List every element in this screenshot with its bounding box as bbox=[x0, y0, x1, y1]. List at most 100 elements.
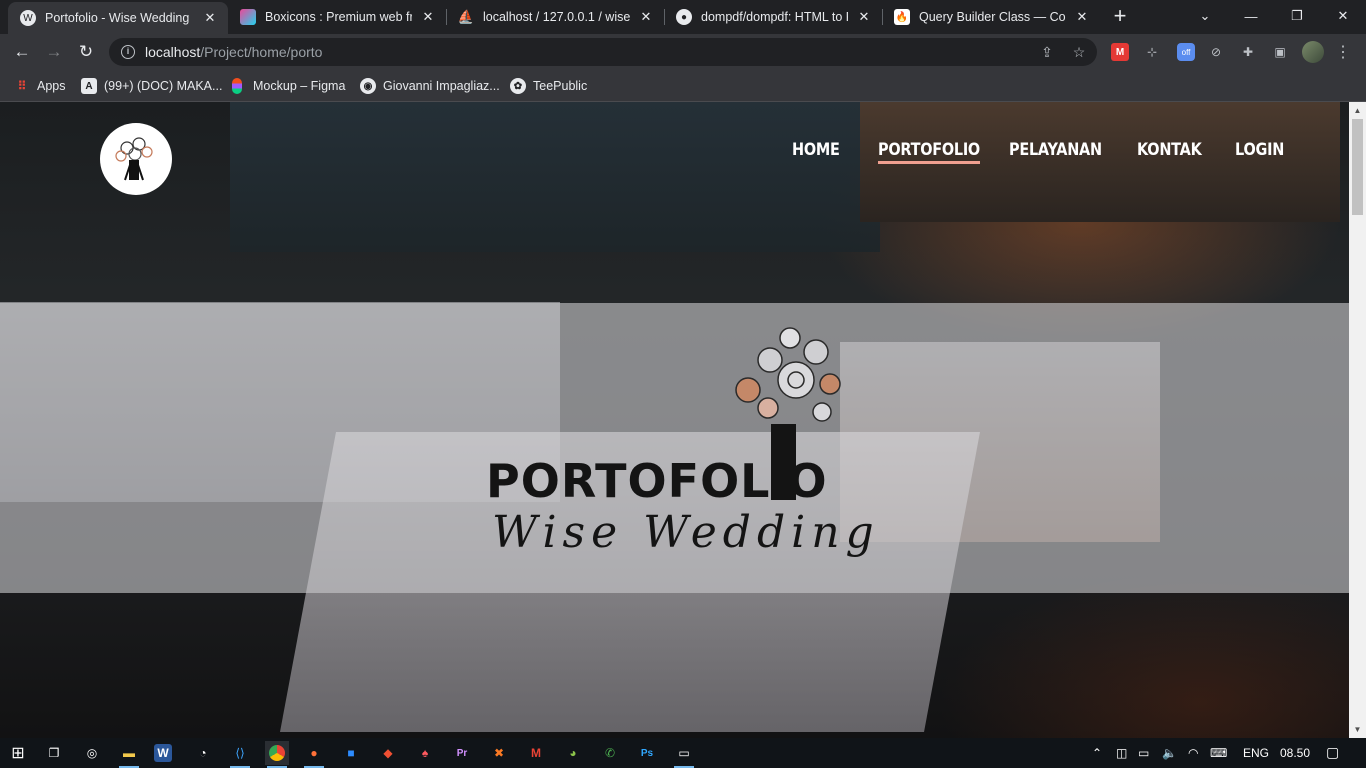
nav-home[interactable]: HOME bbox=[792, 140, 840, 160]
nav-kontak[interactable]: KONTAK bbox=[1137, 140, 1202, 160]
close-icon[interactable]: ✕ bbox=[856, 9, 872, 25]
photoshop-icon[interactable]: Ps bbox=[635, 741, 659, 765]
bookmark-label: Apps bbox=[37, 79, 66, 93]
page-viewport: HOME PORTOFOLIO PELAYANAN KONTAK LOGIN P… bbox=[0, 102, 1366, 738]
share-icon[interactable]: ⇪ bbox=[1039, 44, 1055, 60]
bookmark-label: (99+) (DOC) MAKA... bbox=[104, 79, 223, 93]
restore-button[interactable]: ❐ bbox=[1274, 0, 1320, 32]
word-icon[interactable]: W bbox=[154, 744, 172, 762]
keyboard-icon[interactable]: ⌨ bbox=[1210, 746, 1227, 760]
reload-button[interactable]: ↻ bbox=[72, 38, 100, 66]
hero-section: HOME PORTOFOLIO PELAYANAN KONTAK LOGIN P… bbox=[0, 102, 1349, 738]
chrome-icon[interactable] bbox=[265, 741, 289, 768]
nav-login[interactable]: LOGIN bbox=[1235, 140, 1284, 160]
apps-grid-icon: ⠿ bbox=[17, 79, 27, 93]
hero-subtitle: Wise Wedding bbox=[492, 507, 880, 558]
scroll-down-arrow-icon[interactable]: ▼ bbox=[1349, 721, 1366, 738]
bookmark-label: Giovanni Impagliaz... bbox=[383, 79, 500, 93]
bookmark-giovanni[interactable]: ◉ Giovanni Impagliaz... bbox=[360, 76, 500, 96]
app-icon[interactable]: ♠ bbox=[413, 741, 437, 765]
tab-boxicons[interactable]: Boxicons : Premium web frier ✕ bbox=[228, 0, 446, 34]
ruler-extension-icon[interactable]: ⊹ bbox=[1143, 43, 1161, 61]
address-bar[interactable]: i localhost/Project/home/porto ⇪ ☆ bbox=[109, 38, 1097, 66]
tab-strip: W Portofolio - Wise Wedding ✕ Boxicons :… bbox=[0, 0, 1366, 34]
close-window-button[interactable]: ✕ bbox=[1320, 0, 1366, 32]
bookmark-label: Mockup – Figma bbox=[253, 79, 346, 93]
wifi-icon[interactable]: ◠ bbox=[1188, 746, 1198, 760]
bookmark-teepublic[interactable]: ✿ TeePublic bbox=[510, 76, 587, 96]
task-view-icon[interactable]: ❐ bbox=[42, 741, 66, 765]
github-icon: ● bbox=[676, 9, 692, 25]
codeigniter-icon: 🔥 bbox=[894, 9, 910, 25]
tab-portofolio[interactable]: W Portofolio - Wise Wedding ✕ bbox=[8, 2, 228, 34]
minimize-button[interactable]: — bbox=[1228, 0, 1274, 32]
steam-icon[interactable]: ◎ bbox=[80, 741, 104, 765]
bookmarks-bar: ⠿ Apps A (99+) (DOC) MAKA... Mockup – Fi… bbox=[0, 70, 1366, 102]
bookmark-academia[interactable]: A (99+) (DOC) MAKA... bbox=[81, 76, 222, 96]
tray-camera-icon[interactable]: ◫ bbox=[1116, 746, 1127, 760]
nav-portofolio[interactable]: PORTOFOLIO bbox=[878, 140, 980, 164]
file-explorer-icon[interactable]: ▬ bbox=[117, 741, 141, 768]
phone-app-icon[interactable]: ✆ bbox=[598, 741, 622, 765]
boxicons-icon bbox=[240, 9, 256, 25]
gmail-icon[interactable]: M bbox=[524, 741, 548, 765]
owl-app-icon[interactable]: ◕ bbox=[561, 741, 585, 765]
volume-icon[interactable]: 🔈 bbox=[1162, 746, 1177, 760]
tab-title: Query Builder Class — CodeI bbox=[919, 10, 1066, 24]
close-icon[interactable]: ✕ bbox=[420, 9, 436, 25]
firefox-icon[interactable]: ● bbox=[302, 741, 326, 768]
menu-kebab-icon[interactable]: ⋮ bbox=[1334, 43, 1352, 61]
phpmyadmin-icon: ⛵ bbox=[457, 9, 475, 24]
close-icon[interactable]: ✕ bbox=[638, 9, 654, 25]
site-logo[interactable] bbox=[100, 123, 172, 195]
language-indicator[interactable]: ENG bbox=[1243, 746, 1269, 760]
profile-avatar[interactable] bbox=[1302, 41, 1324, 63]
vscode-icon[interactable]: ⟨⟩ bbox=[228, 741, 252, 768]
bookmark-star-icon[interactable]: ☆ bbox=[1071, 44, 1087, 60]
tab-title: Boxicons : Premium web frier bbox=[265, 10, 412, 24]
bookmark-apps[interactable]: ⠿ Apps bbox=[14, 76, 66, 96]
page-scrollbar[interactable]: ▲ ▼ bbox=[1349, 102, 1366, 738]
close-icon[interactable]: ✕ bbox=[202, 10, 218, 26]
xampp-icon[interactable]: ✖ bbox=[487, 741, 511, 765]
address-url[interactable]: localhost/Project/home/porto bbox=[145, 44, 322, 60]
avatar-icon: ◉ bbox=[360, 78, 376, 94]
system-clock[interactable]: 08.50 bbox=[1280, 746, 1310, 760]
nav-pelayanan[interactable]: PELAYANAN bbox=[1009, 140, 1102, 160]
windows-start-icon[interactable]: ⊞ bbox=[6, 741, 30, 765]
tab-search-icon[interactable]: ⌄ bbox=[1182, 0, 1228, 32]
new-tab-button[interactable]: + bbox=[1108, 5, 1132, 29]
hero-flower-icon bbox=[735, 327, 841, 422]
battery-icon[interactable]: ▭ bbox=[1138, 746, 1149, 760]
address-path: /Project/home/porto bbox=[200, 44, 323, 60]
tray-chevron-icon[interactable]: ⌃ bbox=[1092, 746, 1102, 760]
terminal-icon[interactable]: ▭ bbox=[672, 741, 696, 768]
tab-dompdf[interactable]: ● dompdf/dompdf: HTML to P ✕ bbox=[664, 0, 882, 34]
compass-extension-icon[interactable]: ⊘ bbox=[1207, 43, 1225, 61]
back-button[interactable]: ← bbox=[8, 38, 36, 66]
tab-codeigniter[interactable]: 🔥 Query Builder Class — CodeI ✕ bbox=[882, 0, 1100, 34]
scroll-up-arrow-icon[interactable]: ▲ bbox=[1349, 102, 1366, 119]
hero-title: PORTOFOL O bbox=[486, 454, 828, 508]
scroll-thumb[interactable] bbox=[1352, 119, 1363, 215]
zoom-icon[interactable]: ■ bbox=[339, 741, 363, 765]
browser-toolbar: ← → ↻ i localhost/Project/home/porto ⇪ ☆… bbox=[0, 34, 1366, 70]
tab-title: Portofolio - Wise Wedding bbox=[45, 11, 190, 25]
tab-phpmyadmin[interactable]: ⛵ localhost / 127.0.0.1 / wise / t ✕ bbox=[446, 0, 664, 34]
vpn-extension-icon[interactable]: off bbox=[1177, 43, 1195, 61]
mendeley-extension-icon[interactable]: M bbox=[1111, 43, 1129, 61]
forward-button[interactable]: → bbox=[40, 38, 68, 66]
clock-app-icon[interactable]: ◔ bbox=[191, 741, 215, 765]
side-panel-icon[interactable]: ▣ bbox=[1271, 43, 1289, 61]
premiere-icon[interactable]: Pr bbox=[450, 741, 474, 765]
tab-title: dompdf/dompdf: HTML to P bbox=[701, 10, 848, 24]
site-info-icon[interactable]: i bbox=[121, 45, 135, 59]
git-icon[interactable]: ◆ bbox=[376, 741, 400, 765]
notification-icon[interactable]: ▢ bbox=[1326, 744, 1339, 761]
wordpress-icon: W bbox=[20, 10, 36, 26]
windows-taskbar: ⊞ ❐ ◎ ▬ W ◔ ⟨⟩ ● ■ ◆ ♠ Pr ✖ M ◕ ✆ Ps ▭ ⌃… bbox=[0, 738, 1366, 768]
bookmark-figma[interactable]: Mockup – Figma bbox=[232, 76, 345, 96]
figma-icon bbox=[232, 78, 242, 94]
extensions-puzzle-icon[interactable]: ✚ bbox=[1239, 43, 1257, 61]
close-icon[interactable]: ✕ bbox=[1074, 9, 1090, 25]
